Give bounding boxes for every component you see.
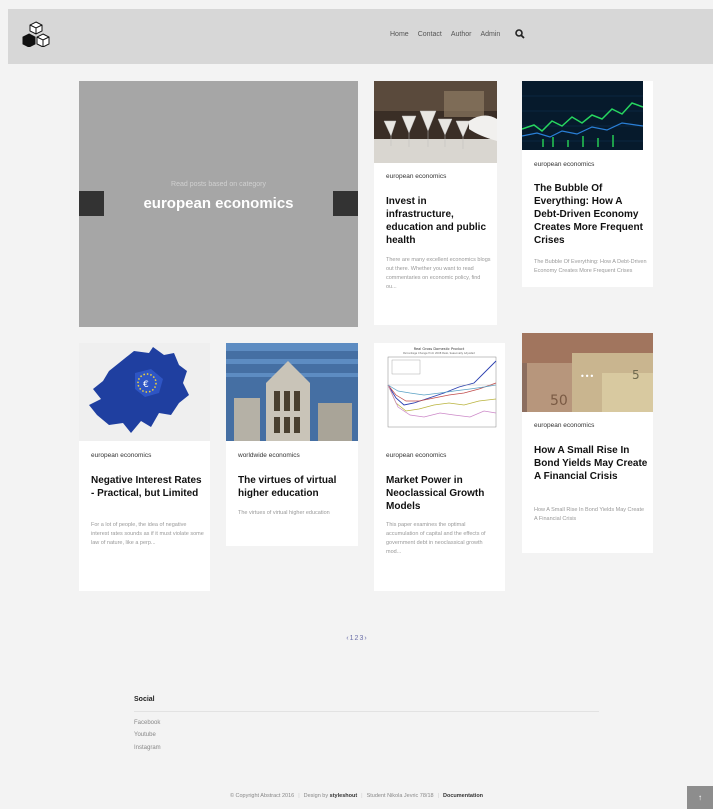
post-category[interactable]: european economics (534, 161, 594, 168)
separator: | (437, 793, 440, 799)
separator: | (361, 793, 363, 799)
main-nav: Home Contact Author Admin (390, 29, 525, 39)
site-header: Home Contact Author Admin (8, 9, 713, 64)
post-excerpt: How A Small Rise In Bond Yields May Crea… (534, 507, 645, 522)
pagination-page-2[interactable]: 2 (355, 635, 359, 642)
post-excerpt: The Bubble Of Everything: How A Debt-Dri… (534, 259, 647, 274)
post-category[interactable]: european economics (534, 422, 594, 429)
copyright-text: © Copyright Abstract 2016 (229, 793, 295, 799)
youtube-link[interactable]: Youtube (134, 732, 156, 738)
post-title[interactable]: The virtues of virtual higher education (238, 474, 352, 500)
post-title[interactable]: The Bubble Of Everything: How A Debt-Dri… (534, 182, 648, 247)
post-card[interactable]: european economics Invest in infrastruct… (374, 81, 497, 325)
slider-prev-button[interactable] (79, 191, 104, 216)
post-excerpt: The virtues of virtual higher education (238, 510, 330, 516)
design-by-label: Design by (303, 793, 329, 799)
post-image-banknotes[interactable]: 50 5 ••• (522, 333, 653, 412)
post-image-gdp-chart[interactable]: Real Gross Domestic Product Percentage C… (374, 343, 505, 441)
documentation-link[interactable]: Documentation (443, 793, 483, 799)
post-image-glasses[interactable] (374, 81, 497, 163)
post-category[interactable]: european economics (91, 452, 151, 459)
nav-contact[interactable]: Contact (418, 31, 442, 38)
student-text: Student Nikola Jevric 78/18 (366, 793, 434, 799)
post-card[interactable]: Real Gross Domestic Product Percentage C… (374, 343, 505, 591)
featured-category-slider[interactable]: Read posts based on category european ec… (79, 81, 358, 327)
search-icon[interactable] (515, 29, 525, 39)
post-image-eu-map[interactable]: € (79, 343, 210, 441)
designer-link[interactable]: styleshout (330, 793, 358, 799)
pagination: ‹123› (0, 635, 713, 642)
post-title[interactable]: How A Small Rise In Bond Yields May Crea… (534, 444, 648, 483)
social-heading: Social (134, 696, 155, 703)
slider-next-button[interactable] (333, 191, 358, 216)
post-title[interactable]: Negative Interest Rates - Practical, but… (91, 474, 205, 500)
pagination-prev[interactable]: ‹ (346, 635, 348, 642)
post-excerpt: This paper examines the optimal accumula… (386, 522, 486, 555)
cubes-logo-icon[interactable] (22, 21, 50, 47)
post-category[interactable]: worldwide economics (238, 452, 300, 459)
post-excerpt: For a lot of people, the idea of negativ… (91, 522, 204, 546)
post-card[interactable]: 50 5 ••• european economics How A Small … (522, 333, 653, 553)
featured-category-title[interactable]: european economics (79, 195, 358, 212)
nav-admin[interactable]: Admin (480, 31, 500, 38)
post-title[interactable]: Market Power in Neoclassical Growth Mode… (386, 474, 500, 513)
post-excerpt: There are many excellent economics blogs… (386, 257, 491, 290)
post-image-building[interactable] (226, 343, 358, 441)
nav-author[interactable]: Author (451, 31, 472, 38)
post-title[interactable]: Invest in infrastructure, education and … (386, 195, 494, 247)
pagination-page-3[interactable]: 3 (359, 635, 363, 642)
post-category[interactable]: european economics (386, 173, 446, 180)
instagram-link[interactable]: Instagram (134, 745, 161, 751)
svg-text:€: € (143, 380, 149, 390)
separator: | (298, 793, 300, 799)
pagination-next[interactable]: › (364, 635, 366, 642)
featured-subtitle: Read posts based on category (171, 181, 266, 188)
nav-home[interactable]: Home (390, 31, 409, 38)
svg-text:5: 5 (632, 368, 640, 382)
copyright-bar: © Copyright Abstract 2016 | Design by styl… (0, 793, 713, 799)
social-divider (134, 711, 599, 712)
svg-text:•••: ••• (580, 372, 594, 381)
chart-thumb-subtitle: Percentage Change from 2008 Peak, Season… (403, 351, 475, 355)
facebook-link[interactable]: Facebook (134, 720, 160, 726)
post-category[interactable]: european economics (386, 452, 446, 459)
post-card[interactable]: worldwide economics The virtues of virtu… (226, 343, 358, 546)
svg-text:50: 50 (550, 393, 568, 409)
chart-thumb-title: Real Gross Domestic Product (414, 347, 465, 351)
post-image-stock-chart[interactable] (522, 81, 643, 150)
pagination-page-1[interactable]: 1 (350, 635, 354, 642)
back-to-top-button[interactable]: ↑ (687, 786, 713, 809)
post-card[interactable]: € european economics Negative Interest R… (79, 343, 210, 591)
post-card[interactable]: european economics The Bubble Of Everyth… (522, 81, 653, 287)
